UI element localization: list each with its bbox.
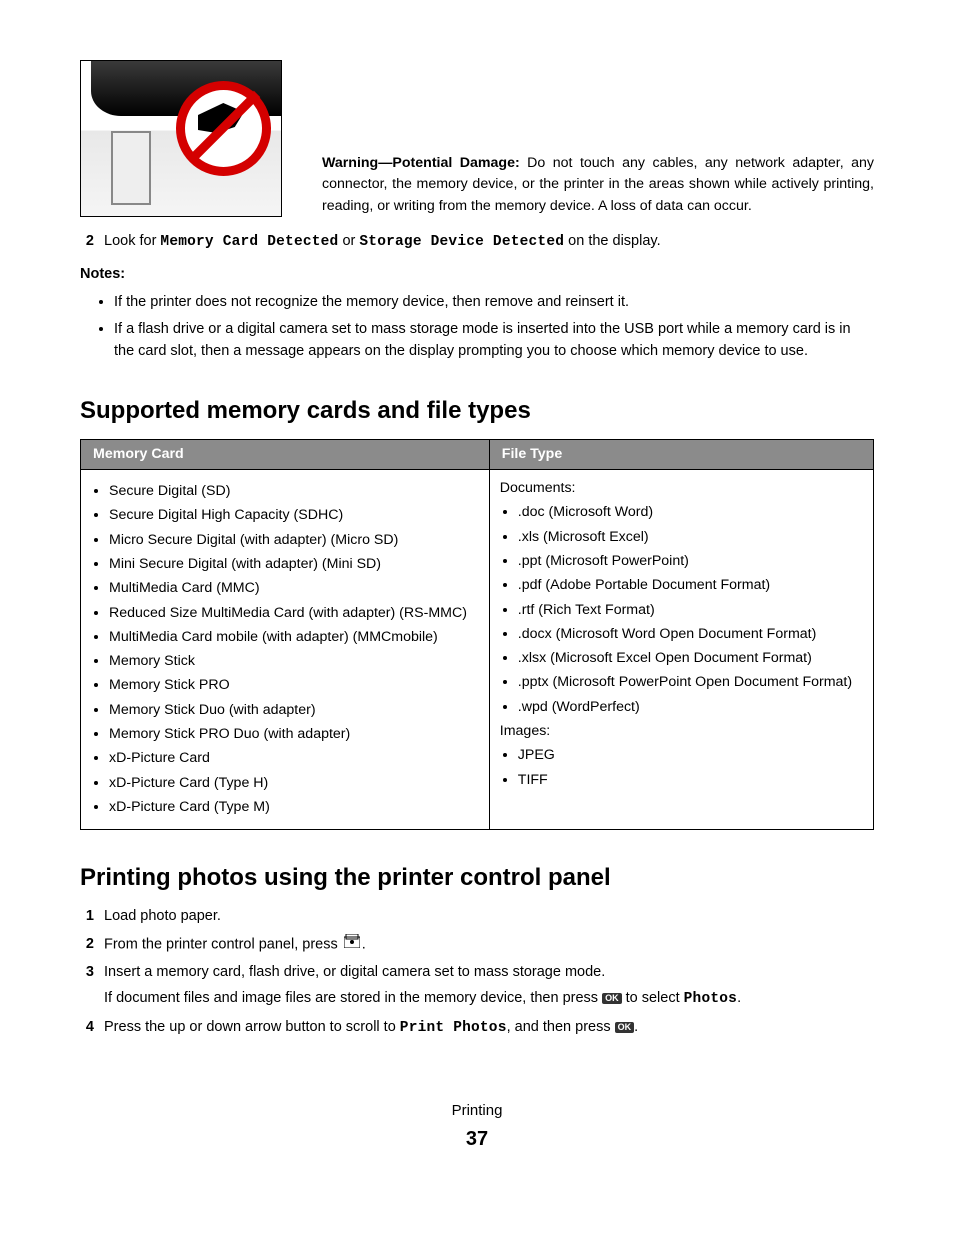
code-memory-card-detected: Memory Card Detected	[160, 234, 338, 250]
list-item: .wpd (WordPerfect)	[518, 697, 867, 718]
list-item: Memory Stick	[109, 651, 483, 672]
print-step-2: 2 From the printer control panel, press …	[80, 934, 874, 956]
list-item: .pdf (Adobe Portable Document Format)	[518, 575, 867, 596]
notes-heading: Notes:	[80, 264, 874, 286]
page-footer: Printing 37	[80, 1100, 874, 1155]
list-item: .xlsx (Microsoft Excel Open Document For…	[518, 648, 867, 669]
list-item: .docx (Microsoft Word Open Document Form…	[518, 624, 867, 645]
list-item: Secure Digital High Capacity (SDHC)	[109, 505, 483, 526]
list-item: Reduced Size MultiMedia Card (with adapt…	[109, 603, 483, 624]
list-item: Memory Stick PRO	[109, 675, 483, 696]
prohibit-icon	[176, 81, 271, 176]
list-item: xD-Picture Card (Type H)	[109, 773, 483, 794]
ok-button-icon: OK	[615, 1022, 635, 1033]
list-item: Secure Digital (SD)	[109, 481, 483, 502]
printer-do-not-touch-illustration	[80, 60, 282, 217]
note-item: If a flash drive or a digital camera set…	[114, 319, 874, 363]
cell-memory-cards: Secure Digital (SD) Secure Digital High …	[81, 470, 490, 830]
list-item: .pptx (Microsoft PowerPoint Open Documen…	[518, 672, 867, 693]
notes-list: If the printer does not recognize the me…	[114, 292, 874, 363]
list-item: Memory Stick Duo (with adapter)	[109, 700, 483, 721]
note-item: If the printer does not recognize the me…	[114, 292, 874, 314]
section-heading-supported: Supported memory cards and file types	[80, 393, 874, 429]
warning-label: Warning—Potential Damage:	[322, 155, 520, 171]
list-item: MultiMedia Card (MMC)	[109, 578, 483, 599]
list-item: Memory Stick PRO Duo (with adapter)	[109, 724, 483, 745]
code-print-photos: Print Photos	[400, 1020, 507, 1036]
list-item: .doc (Microsoft Word)	[518, 502, 867, 523]
print-step-3: 3 Insert a memory card, flash drive, or …	[80, 962, 874, 1011]
list-item: xD-Picture Card	[109, 748, 483, 769]
code-storage-device-detected: Storage Device Detected	[359, 234, 564, 250]
photo-menu-icon	[344, 934, 360, 956]
section-heading-printing-photos: Printing photos using the printer contro…	[80, 860, 874, 896]
list-item: MultiMedia Card mobile (with adapter) (M…	[109, 627, 483, 648]
list-item: .xls (Microsoft Excel)	[518, 527, 867, 548]
print-step-1: 1 Load photo paper.	[80, 906, 874, 928]
code-photos: Photos	[684, 991, 737, 1007]
list-item: .rtf (Rich Text Format)	[518, 600, 867, 621]
cell-file-types: Documents: .doc (Microsoft Word) .xls (M…	[489, 470, 873, 830]
step-2: 2 Look for Memory Card Detected or Stora…	[80, 231, 874, 254]
page-number: 37	[80, 1124, 874, 1154]
col-file-type: File Type	[489, 439, 873, 469]
col-memory-card: Memory Card	[81, 439, 490, 469]
list-item: .ppt (Microsoft PowerPoint)	[518, 551, 867, 572]
list-item: Micro Secure Digital (with adapter) (Mic…	[109, 530, 483, 551]
chapter-label: Printing	[80, 1100, 874, 1123]
list-item: xD-Picture Card (Type M)	[109, 797, 483, 818]
supported-table: Memory Card File Type Secure Digital (SD…	[80, 439, 874, 830]
list-item: JPEG	[518, 745, 867, 766]
list-item: TIFF	[518, 770, 867, 791]
print-step-4: 4 Press the up or down arrow button to s…	[80, 1017, 874, 1040]
list-item: Mini Secure Digital (with adapter) (Mini…	[109, 554, 483, 575]
ok-button-icon: OK	[602, 993, 622, 1004]
warning-text: Warning—Potential Damage: Do not touch a…	[322, 153, 874, 217]
